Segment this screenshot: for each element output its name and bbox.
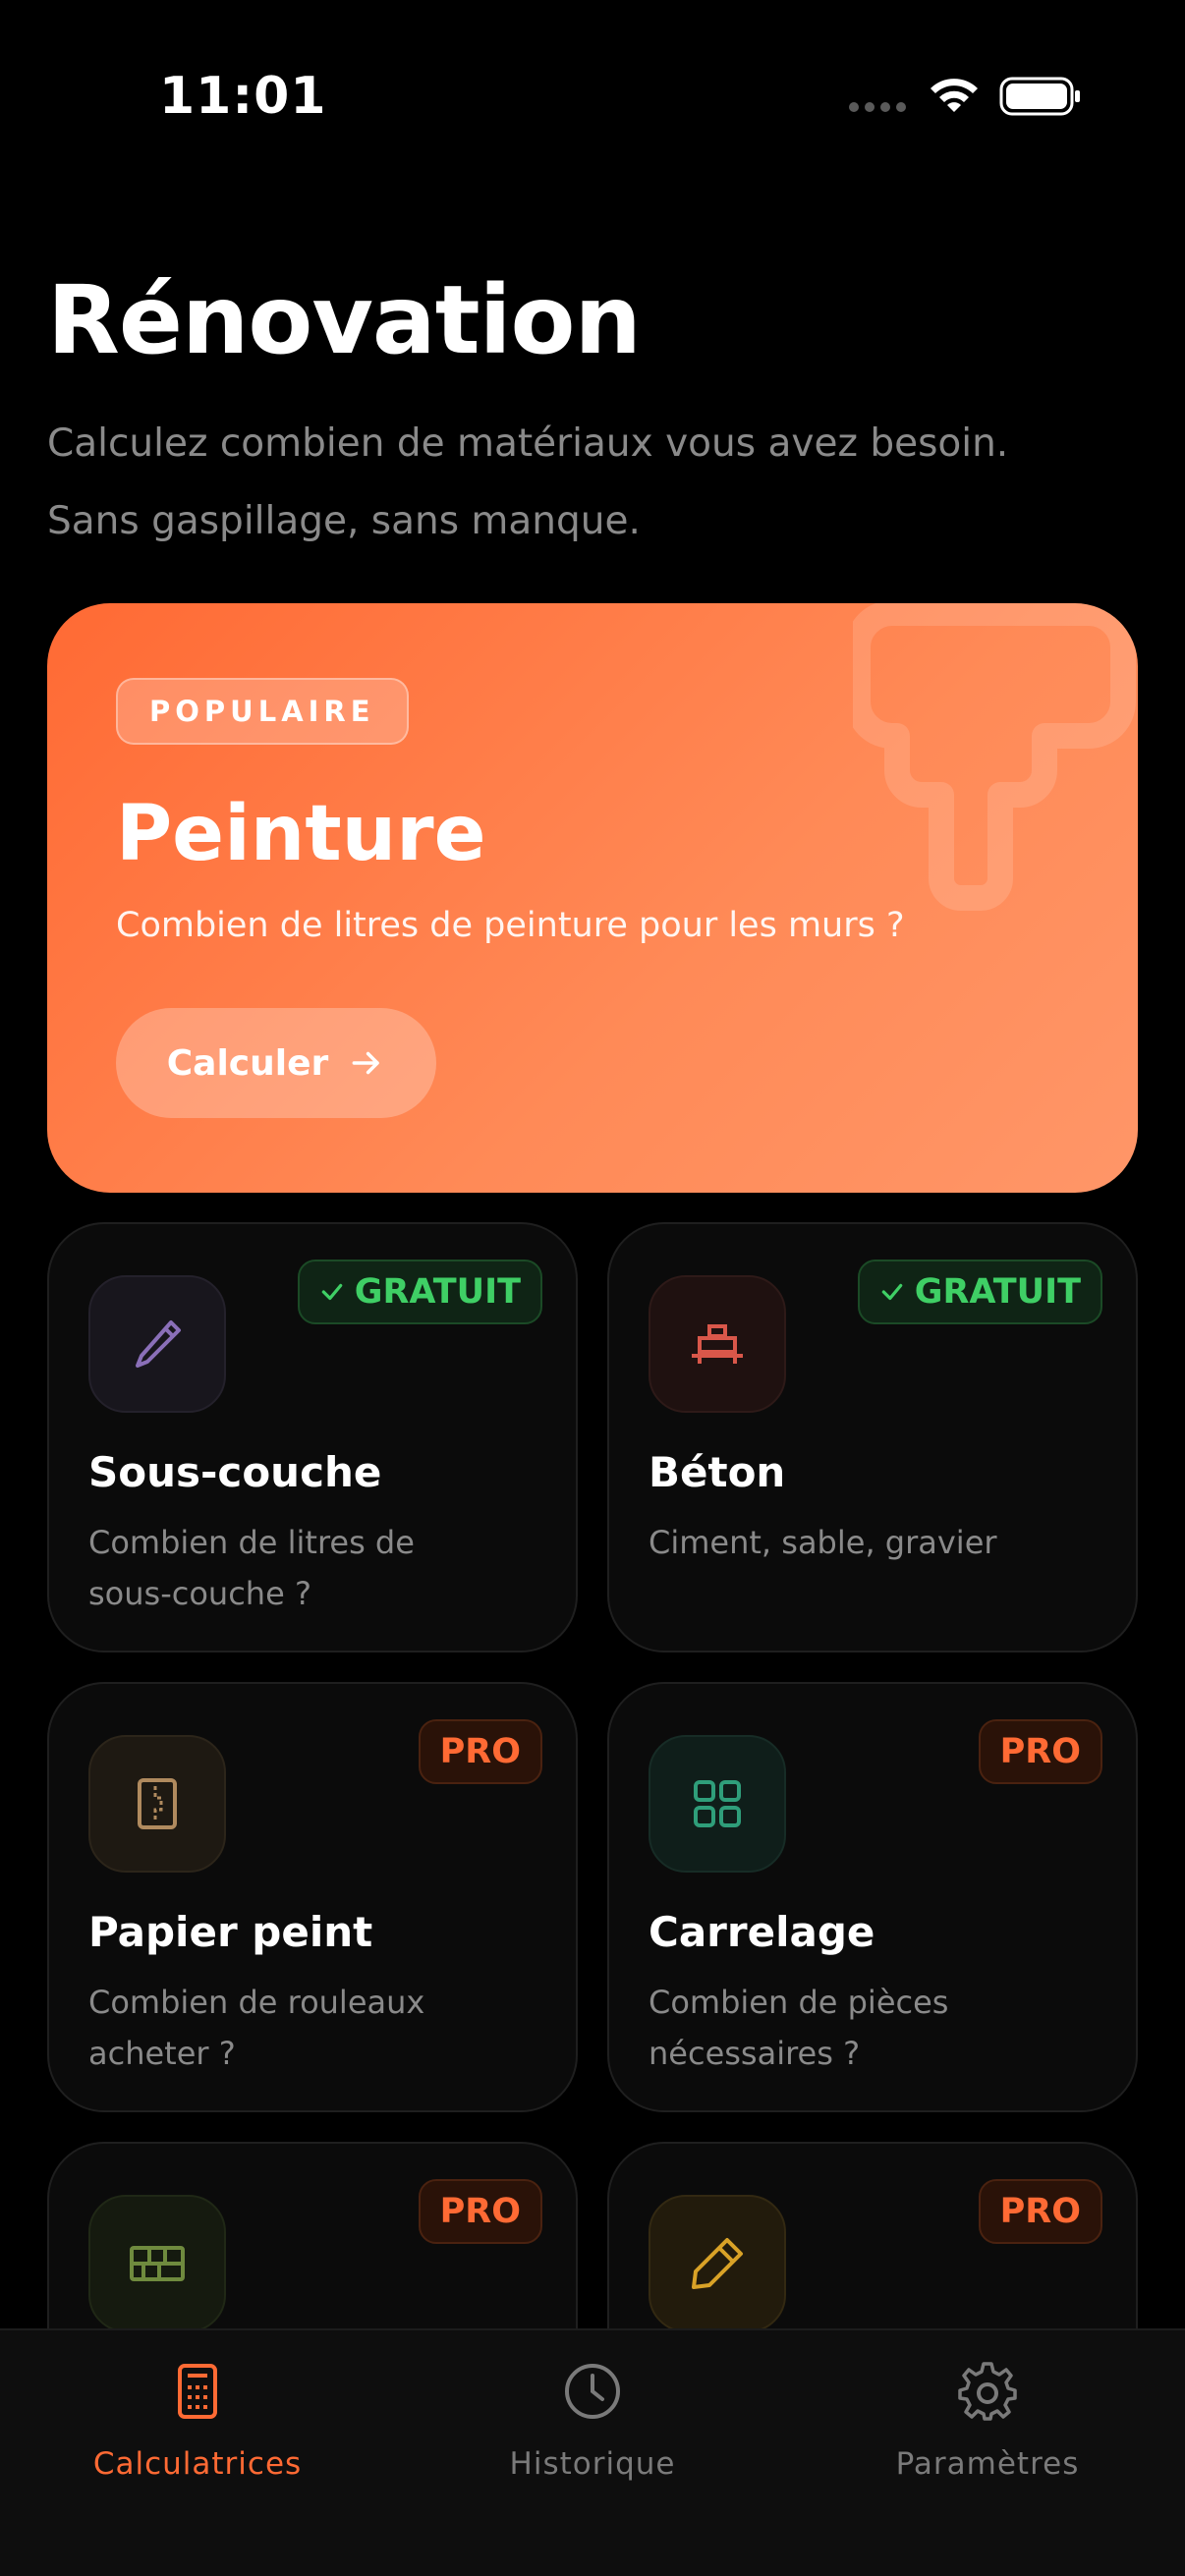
check-icon	[881, 1283, 903, 1301]
tool-icon-box	[88, 1275, 226, 1413]
calculate-button[interactable]: Calculer	[116, 1008, 436, 1118]
tab-bar: Calculatrices Historique Paramètres	[0, 2328, 1185, 2576]
hero-title: Peinture	[116, 790, 486, 878]
page-title: Rénovation	[47, 265, 642, 375]
wallpaper-icon	[138, 1778, 177, 1829]
pro-badge-label: PRO	[999, 2192, 1081, 2231]
tool-card-title: Sous-couche	[88, 1448, 382, 1496]
tab-historique[interactable]: Historique	[395, 2360, 790, 2482]
tiles-grid-icon	[694, 1780, 741, 1827]
tool-card-beton[interactable]: GRATUIT Béton Ciment, sable, gravier	[607, 1222, 1138, 1652]
tab-label: Calculatrices	[92, 2446, 303, 2482]
pro-badge-label: PRO	[999, 1732, 1081, 1771]
free-badge: GRATUIT	[857, 1260, 1102, 1324]
pro-badge: PRO	[418, 2179, 542, 2244]
tool-card-sous-couche[interactable]: GRATUIT Sous-couche Combien de litres de…	[47, 1222, 578, 1652]
tool-icon-box	[649, 1735, 786, 1873]
tab-parametres[interactable]: Paramètres	[790, 2360, 1185, 2482]
pro-badge: PRO	[418, 1719, 542, 1784]
free-badge-label: GRATUIT	[914, 1272, 1081, 1312]
pencil-icon	[692, 2238, 743, 2289]
status-bar: 11:01	[0, 0, 1185, 196]
brush-icon	[136, 1320, 181, 1368]
paint-roller-icon	[853, 603, 1136, 911]
wifi-icon	[931, 79, 978, 112]
signal-dots-icon	[849, 102, 906, 112]
calculate-button-label: Calculer	[166, 1042, 329, 1084]
tool-card-description: Combien de pièces nécessaires ?	[649, 1984, 949, 2072]
pro-badge-label: PRO	[439, 1732, 521, 1771]
pro-badge: PRO	[978, 2179, 1102, 2244]
tool-card-description: Combien de rouleaux acheter ?	[88, 1984, 425, 2072]
popular-badge: POPULAIRE	[116, 678, 409, 745]
check-icon	[321, 1283, 343, 1301]
subtitle-line-2: Sans gaspillage, sans manque.	[47, 499, 641, 543]
tool-icon-box	[88, 1735, 226, 1873]
concrete-mixer-icon	[692, 1324, 743, 1364]
calculator-icon	[178, 2364, 217, 2419]
tool-icon-box	[649, 2195, 786, 2332]
tool-card-description: Combien de litres de sous-couche ?	[88, 1524, 415, 1612]
pro-badge: PRO	[978, 1719, 1102, 1784]
gear-icon	[958, 2362, 1017, 2421]
tool-card-description: Ciment, sable, gravier	[649, 1524, 997, 1561]
status-time: 11:01	[159, 67, 327, 126]
tool-card-papier-peint[interactable]: PRO Papier peint Combien de rouleaux ach…	[47, 1682, 578, 2112]
bricks-icon	[130, 2246, 185, 2281]
free-badge: GRATUIT	[297, 1260, 542, 1324]
tool-icon-box	[88, 2195, 226, 2332]
tab-calculatrices[interactable]: Calculatrices	[0, 2360, 395, 2482]
tool-card-title: Papier peint	[88, 1908, 373, 1956]
tab-label: Historique	[509, 2446, 676, 2482]
hero-card-peinture[interactable]: POPULAIRE Peinture Combien de litres de …	[47, 603, 1138, 1193]
battery-icon	[999, 77, 1080, 116]
clock-icon	[565, 2364, 620, 2419]
pro-badge-label: PRO	[439, 2192, 521, 2231]
subtitle-line-1: Calculez combien de matériaux vous avez …	[47, 421, 1009, 466]
tool-icon-box	[649, 1275, 786, 1413]
tool-card-carrelage[interactable]: PRO Carrelage Combien de pièces nécessai…	[607, 1682, 1138, 2112]
arrow-right-icon	[352, 1051, 380, 1075]
hero-description: Combien de litres de peinture pour les m…	[116, 906, 905, 945]
page-subtitle: Calculez combien de matériaux vous avez …	[47, 405, 1148, 560]
tool-card-title: Carrelage	[649, 1908, 875, 1956]
free-badge-label: GRATUIT	[354, 1272, 521, 1312]
tab-label: Paramètres	[895, 2446, 1080, 2482]
tool-card-title: Béton	[649, 1448, 786, 1496]
